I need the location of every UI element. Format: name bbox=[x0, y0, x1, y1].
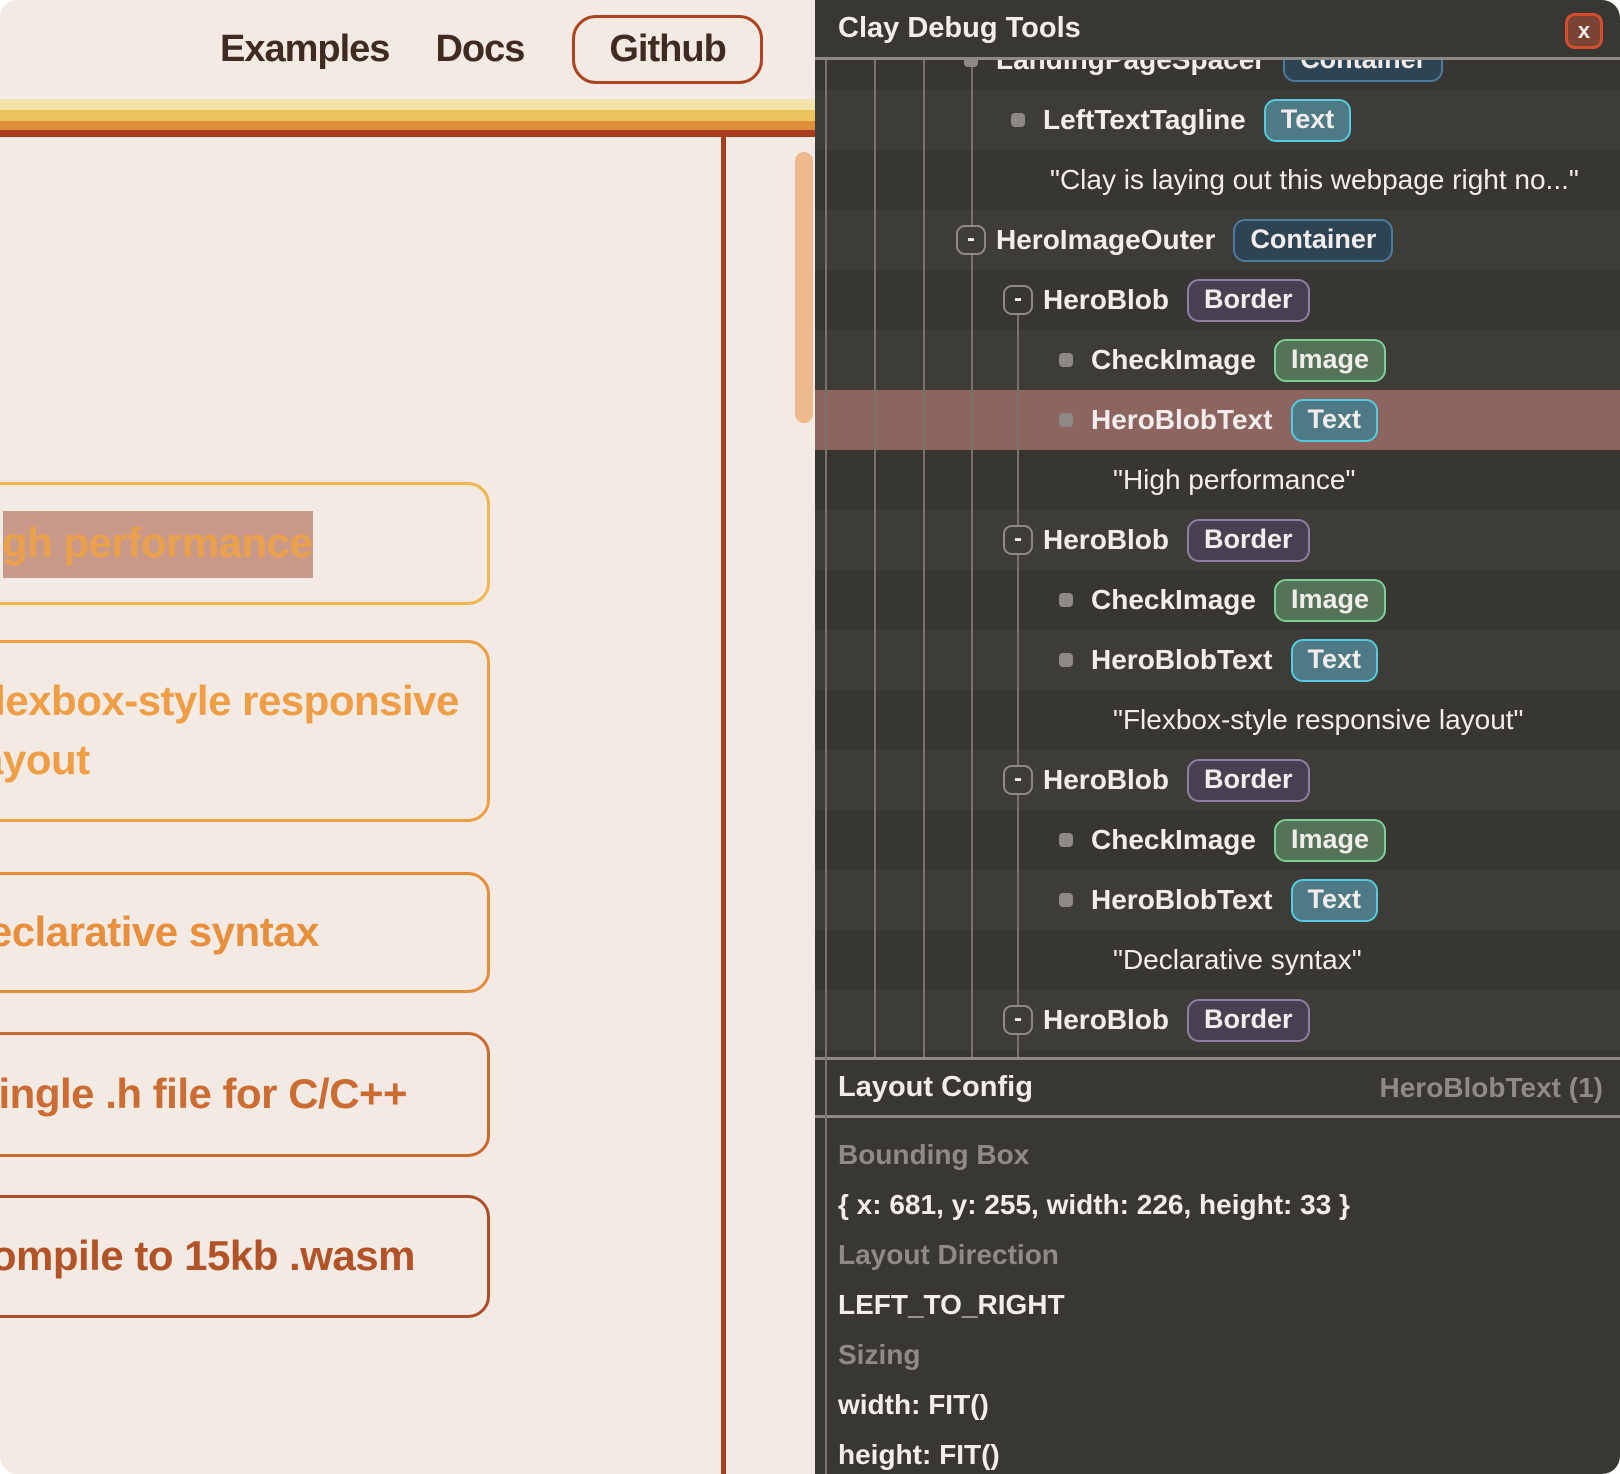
tree-node-row[interactable]: -HeroBlob Border bbox=[815, 270, 1620, 330]
feature-label: Flexbox-style responsive layout bbox=[0, 672, 459, 790]
leaf-bullet-icon bbox=[1059, 353, 1073, 367]
element-name: CheckImage bbox=[1091, 584, 1256, 616]
element-name: HeroBlobText bbox=[1091, 404, 1273, 436]
element-name: HeroBlob bbox=[1043, 284, 1169, 316]
element-name: HeroBlob bbox=[1043, 764, 1169, 796]
tree-node-row[interactable]: HeroBlobText Text bbox=[815, 630, 1620, 690]
element-type-badge: Image bbox=[1274, 339, 1386, 382]
feature-card: High performance bbox=[0, 482, 490, 605]
string-content-preview: "High performance" bbox=[1113, 450, 1355, 510]
collapse-icon[interactable]: - bbox=[1003, 285, 1033, 315]
clay-landing-page: Examples Docs Github High performance Flex… bbox=[0, 0, 815, 1474]
layout-config-title: Layout Config bbox=[838, 1071, 1033, 1104]
gradient-stripe bbox=[0, 110, 815, 121]
feature-card: Compile to 15kb .wasm bbox=[0, 1195, 490, 1318]
page-divider bbox=[721, 137, 726, 1474]
element-type-badge: Text bbox=[1264, 99, 1352, 142]
tree-node-row[interactable]: -HeroBlob Border bbox=[815, 990, 1620, 1050]
tree-node-row[interactable]: HeroBlobText Text bbox=[815, 870, 1620, 930]
element-name: HeroBlob bbox=[1043, 524, 1169, 556]
gradient-banner bbox=[0, 99, 815, 137]
github-button[interactable]: Github bbox=[572, 15, 762, 84]
nav-links: Examples Docs bbox=[220, 28, 524, 71]
element-name: LandingPageSpacer bbox=[996, 60, 1265, 76]
element-name: HeroBlobText bbox=[1091, 644, 1273, 676]
config-value: { x: 681, y: 255, width: 226, height: 33… bbox=[838, 1180, 1603, 1230]
feature-card: Flexbox-style responsive layout bbox=[0, 640, 490, 822]
element-name: CheckImage bbox=[1091, 824, 1256, 856]
tree-node-row[interactable]: CheckImage Image bbox=[815, 330, 1620, 390]
tree-text-row: "Clay is laying out this webpage right n… bbox=[815, 150, 1620, 210]
leaf-bullet-icon bbox=[964, 60, 978, 67]
collapse-icon[interactable]: - bbox=[1003, 1005, 1033, 1035]
collapse-icon[interactable]: - bbox=[1003, 765, 1033, 795]
selected-element-label: HeroBlobText (1) bbox=[1380, 1072, 1604, 1104]
feature-label: High performance bbox=[0, 514, 312, 573]
close-button[interactable]: x bbox=[1565, 13, 1603, 49]
string-content-preview: "Flexbox-style responsive layout" bbox=[1113, 690, 1524, 750]
element-type-badge: Container bbox=[1283, 60, 1443, 82]
tree-node-row[interactable]: -HeroImageOuter Container bbox=[815, 210, 1620, 270]
tree-node-row[interactable]: CheckImage Image bbox=[815, 570, 1620, 630]
feature-label: Compile to 15kb .wasm bbox=[0, 1227, 415, 1286]
tree-text-row: "High performance" bbox=[815, 450, 1620, 510]
leaf-bullet-icon bbox=[1059, 593, 1073, 607]
gradient-stripe bbox=[0, 130, 815, 137]
element-name: HeroBlobText bbox=[1091, 884, 1273, 916]
layout-config-bar: Layout Config HeroBlobText (1) bbox=[815, 1057, 1620, 1118]
config-value: width: FIT() bbox=[838, 1380, 1603, 1430]
feature-label: Declarative syntax bbox=[0, 903, 319, 962]
feature-card: Declarative syntax bbox=[0, 872, 490, 993]
nav-link[interactable]: Docs bbox=[435, 28, 524, 71]
leaf-bullet-icon bbox=[1011, 113, 1025, 127]
tree-text-row: "Declarative syntax" bbox=[815, 930, 1620, 990]
leaf-bullet-icon bbox=[1059, 893, 1073, 907]
element-type-badge: Border bbox=[1187, 279, 1310, 322]
gradient-stripe bbox=[0, 99, 815, 110]
top-nav: Examples Docs Github bbox=[0, 0, 815, 99]
feature-label: Single .h file for C/C++ bbox=[0, 1065, 407, 1124]
leaf-bullet-icon bbox=[1059, 413, 1073, 427]
tree-node-row[interactable]: LeftTextTagline Text bbox=[815, 90, 1620, 150]
screen: Examples Docs Github High performance Flex… bbox=[0, 0, 1620, 1474]
string-content-preview: "Clay is laying out this webpage right n… bbox=[1050, 150, 1579, 210]
tree-node-row[interactable]: LandingPageSpacer Container bbox=[815, 60, 1620, 90]
element-type-badge: Border bbox=[1187, 759, 1310, 802]
config-label: Sizing bbox=[838, 1330, 1603, 1380]
element-type-badge: Border bbox=[1187, 519, 1310, 562]
clay-debug-panel: Clay Debug Tools x LandingPageSpacer Cont… bbox=[815, 0, 1620, 1474]
config-value: LEFT_TO_RIGHT bbox=[838, 1280, 1603, 1330]
tree-node-row[interactable]: CheckImage Image bbox=[815, 810, 1620, 870]
scrollbar-thumb[interactable] bbox=[795, 152, 813, 423]
tree-node-row[interactable]: -HeroBlob Border bbox=[815, 750, 1620, 810]
element-type-badge: Image bbox=[1274, 819, 1386, 862]
layout-config-details: Bounding Box{ x: 681, y: 255, width: 226… bbox=[838, 1118, 1603, 1474]
element-type-badge: Text bbox=[1291, 879, 1379, 922]
element-type-badge: Text bbox=[1291, 639, 1379, 682]
gradient-stripe bbox=[0, 121, 815, 130]
element-type-badge: Image bbox=[1274, 579, 1386, 622]
nav-link[interactable]: Examples bbox=[220, 28, 389, 71]
leaf-bullet-icon bbox=[1059, 833, 1073, 847]
tree-text-row: "Flexbox-style responsive layout" bbox=[815, 690, 1620, 750]
element-type-badge: Container bbox=[1233, 219, 1393, 262]
leaf-bullet-icon bbox=[1059, 653, 1073, 667]
tree-node-row[interactable]: -HeroBlob Border bbox=[815, 510, 1620, 570]
config-label: Layout Direction bbox=[838, 1230, 1603, 1280]
config-value: height: FIT() bbox=[838, 1430, 1603, 1474]
element-name: HeroImageOuter bbox=[996, 224, 1215, 256]
element-tree: LandingPageSpacer Container LeftTextTaglin… bbox=[815, 60, 1620, 1057]
element-name: LeftTextTagline bbox=[1043, 104, 1246, 136]
collapse-icon[interactable]: - bbox=[1003, 525, 1033, 555]
string-content-preview: "Declarative syntax" bbox=[1113, 930, 1362, 990]
feature-card: Single .h file for C/C++ bbox=[0, 1032, 490, 1157]
tree-node-row[interactable]: HeroBlobText Text bbox=[815, 390, 1620, 450]
element-type-badge: Border bbox=[1187, 999, 1310, 1042]
debug-panel-title: Clay Debug Tools bbox=[838, 0, 1081, 57]
element-name: CheckImage bbox=[1091, 344, 1256, 376]
element-name: HeroBlob bbox=[1043, 1004, 1169, 1036]
element-type-badge: Text bbox=[1291, 399, 1379, 442]
config-label: Bounding Box bbox=[838, 1130, 1603, 1180]
collapse-icon[interactable]: - bbox=[956, 225, 986, 255]
